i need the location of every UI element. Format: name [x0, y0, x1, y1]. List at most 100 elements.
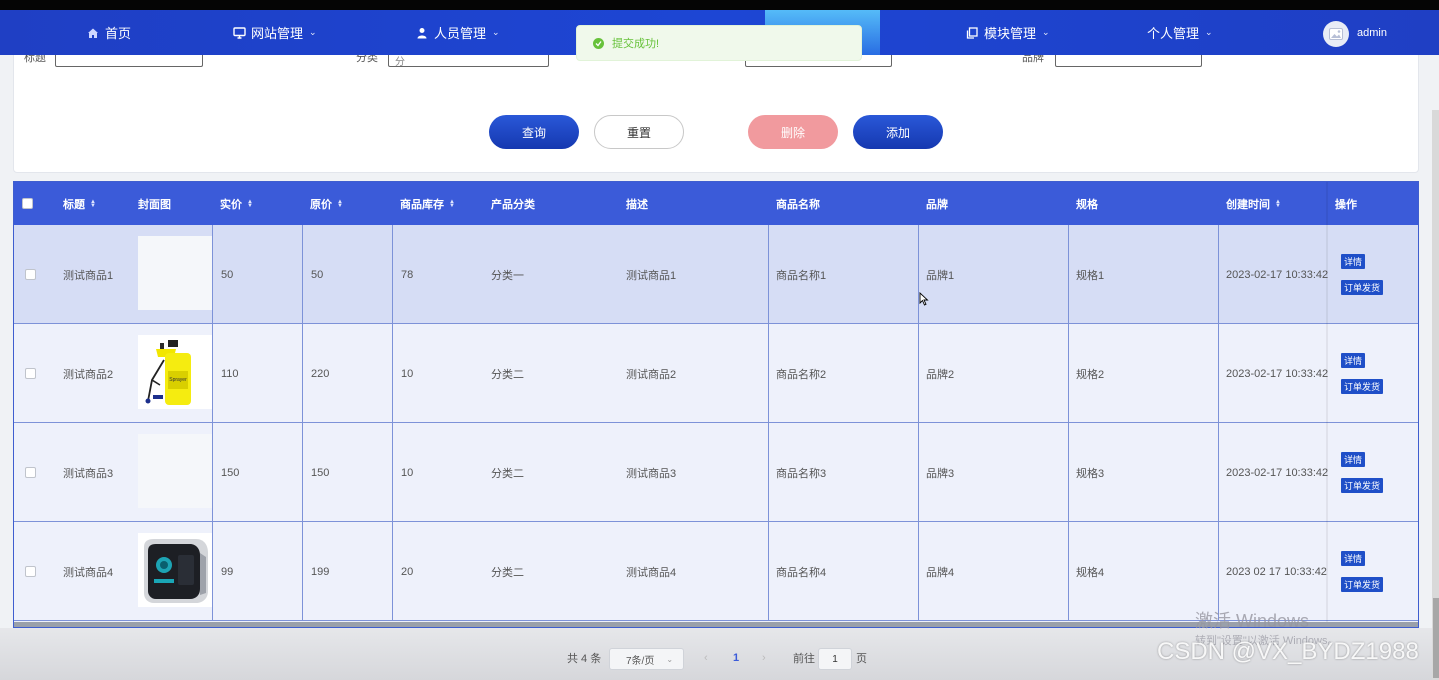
table-row[interactable]: 测试商品1 50 50 78 分类一 测试商品1 商品名称1 品牌1 规格1 2… [14, 225, 1418, 324]
pagination-total: 共 4 条 [567, 653, 602, 665]
header-orig-price[interactable]: 原价 ▲ ▼ [310, 182, 343, 225]
cell-name: 商品名称2 [776, 368, 827, 381]
nav-item-label: 首页 [105, 26, 132, 41]
nav-item-website[interactable]: 网站管理 ⌄ [232, 10, 317, 55]
fixed-column-shadow [1326, 182, 1328, 627]
header-created[interactable]: 创建时间 ▲ ▼ [1226, 182, 1281, 225]
header-price[interactable]: 实价 ▲ ▼ [220, 182, 253, 225]
header-cover: 封面图 [138, 198, 171, 211]
cell-created: 2023-02-17 10:33:42 [1226, 367, 1329, 380]
row-checkbox[interactable] [25, 566, 36, 577]
mouse-cursor-icon [919, 291, 929, 309]
cell-stock: 10 [401, 367, 414, 380]
cell-price: 99 [221, 565, 234, 578]
cover-image-blank [138, 434, 212, 508]
cell-spec: 规格3 [1076, 467, 1105, 480]
success-toast: 提交成功! [576, 25, 862, 61]
query-button[interactable]: 查询 [489, 115, 579, 149]
cell-orig-price: 220 [311, 367, 330, 380]
chevron-down-icon: ⌄ [492, 27, 500, 37]
add-button[interactable]: 添加 [853, 115, 943, 149]
ship-order-button[interactable]: 订单发货 [1341, 280, 1384, 295]
vertical-scrollbar-thumb[interactable] [1433, 598, 1439, 678]
detail-button[interactable]: 详情 [1341, 551, 1366, 566]
cell-stock: 78 [401, 268, 414, 281]
sort-icon[interactable]: ▲ ▼ [90, 199, 96, 209]
header-title[interactable]: 标题 ▲ ▼ [63, 182, 96, 225]
cover-image-blank [138, 236, 212, 310]
cell-brand: 品牌4 [926, 566, 955, 579]
cell-spec: 规格2 [1076, 368, 1105, 381]
sort-icon[interactable]: ▲ ▼ [247, 199, 253, 209]
cover-image-sprayer: Sprayer [138, 335, 212, 409]
cell-orig-price: 50 [311, 268, 324, 281]
header-ops: 操作 [1335, 198, 1357, 211]
page-number-current[interactable]: 1 [733, 648, 739, 668]
nav-item-home[interactable]: 首页 [86, 10, 131, 55]
cell-category: 分类二 [491, 467, 524, 480]
search-input-brand[interactable] [1055, 53, 1202, 67]
sort-icon[interactable]: ▲ ▼ [337, 199, 343, 209]
header-stock[interactable]: 商品库存 ▲ ▼ [400, 182, 455, 225]
page-size-value: 7条/页 [626, 655, 655, 667]
prev-page-icon[interactable]: ‹ [704, 648, 708, 668]
row-checkbox[interactable] [25, 368, 36, 379]
search-input-title[interactable] [55, 53, 203, 67]
cell-desc: 测试商品3 [626, 467, 677, 480]
detail-button[interactable]: 详情 [1341, 452, 1366, 467]
sort-icon[interactable]: ▲ ▼ [449, 199, 455, 209]
ship-order-button[interactable]: 订单发货 [1341, 478, 1384, 493]
cell-name: 商品名称1 [776, 269, 827, 282]
cell-category: 分类一 [491, 269, 524, 282]
page-size-select[interactable]: 7条/页 ⌄ [609, 648, 684, 670]
ship-order-button[interactable]: 订单发货 [1341, 577, 1384, 592]
cell-title: 测试商品3 [63, 467, 114, 480]
cell-created: 2023-02-17 10:33:42 [1226, 466, 1329, 479]
row-checkbox[interactable] [25, 269, 36, 280]
avatar[interactable] [1323, 21, 1349, 47]
header-category: 产品分类 [491, 198, 535, 211]
select-all-checkbox[interactable] [22, 198, 33, 209]
table-row[interactable]: 测试商品2 Sprayer 110 220 10 分类二 测试商品2 商品名称2 [14, 324, 1418, 423]
cell-category: 分类二 [491, 566, 524, 579]
user-icon [415, 26, 429, 40]
goto-page-input[interactable]: 1 [818, 648, 852, 670]
header-desc: 描述 [626, 198, 648, 211]
sort-icon[interactable]: ▲ ▼ [1275, 199, 1281, 209]
detail-button[interactable]: 详情 [1341, 353, 1366, 368]
header-name: 商品名称 [776, 198, 820, 211]
nav-item-modules[interactable]: 模块管理 ⌄ [965, 10, 1050, 55]
cell-category: 分类二 [491, 368, 524, 381]
nav-item-label: 模块管理 [984, 26, 1037, 41]
cell-created: 2023-02-17 10:33:42 [1226, 268, 1329, 281]
table-row[interactable]: 测试商品3 150 150 10 分类二 测试商品3 商品名称3 品牌3 规格3… [14, 423, 1418, 522]
search-input-category[interactable]: 分 [388, 53, 549, 68]
header-brand: 品牌 [926, 198, 948, 211]
nav-item-personal[interactable]: 个人管理 ⌄ [1147, 10, 1213, 55]
reset-button[interactable]: 重置 [594, 115, 684, 149]
vertical-scrollbar-track[interactable] [1432, 110, 1439, 680]
user-name[interactable]: admin [1357, 10, 1387, 55]
detail-button[interactable]: 详情 [1341, 254, 1366, 269]
cell-desc: 测试商品1 [626, 269, 677, 282]
next-page-icon[interactable]: › [762, 648, 766, 668]
nav-item-label: 网站管理 [251, 26, 304, 41]
header-spec: 规格 [1076, 198, 1098, 211]
cell-brand: 品牌2 [926, 368, 955, 381]
toast-text: 提交成功! [612, 38, 660, 50]
copy-icon [965, 26, 979, 40]
nav-item-label: 个人管理 [1147, 26, 1200, 41]
cell-title: 测试商品2 [63, 368, 114, 381]
ship-order-button[interactable]: 订单发货 [1341, 379, 1384, 394]
home-icon [86, 26, 100, 40]
chevron-down-icon: ⌄ [1205, 27, 1213, 37]
row-checkbox[interactable] [25, 467, 36, 478]
nav-item-personnel[interactable]: 人员管理 ⌄ [415, 10, 500, 55]
windows-activation-watermark: 激活 Windows [1195, 611, 1310, 631]
window-top-strip [0, 0, 1439, 10]
search-panel: 标题 分类 分 品牌 查询 重置 删除 添加 [13, 48, 1419, 173]
nav-item-label: 人员管理 [434, 26, 487, 41]
table-header: 标题 ▲ ▼ 封面图 实价 ▲ ▼ 原价 ▲ ▼ 商品库存 ▲ ▼ 产品分类 描述 商品名称 品… [14, 182, 1418, 225]
cell-price: 50 [221, 268, 234, 281]
delete-button[interactable]: 删除 [748, 115, 838, 149]
